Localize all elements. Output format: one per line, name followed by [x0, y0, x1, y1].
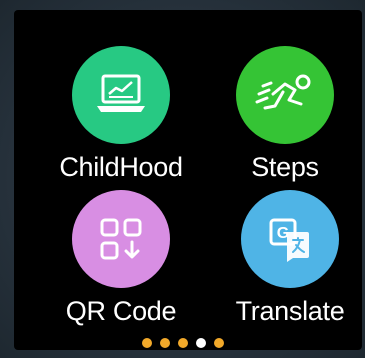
app-steps-label: Steps: [251, 152, 319, 182]
page-dot[interactable]: [159, 338, 170, 348]
page-dot[interactable]: [213, 338, 224, 348]
app-steps[interactable]: Steps: [200, 46, 365, 196]
app-qrcode-circle[interactable]: [72, 190, 170, 288]
app-childhood-label: ChildHood: [59, 152, 183, 182]
app-translate[interactable]: G Translate: [205, 190, 365, 340]
running-person-icon: [255, 74, 311, 110]
translate-icon: G: [269, 218, 309, 262]
page-dot[interactable]: [177, 338, 188, 348]
app-translate-label: Translate: [235, 296, 345, 326]
page-dot[interactable]: [141, 338, 152, 348]
app-qrcode-label: QR Code: [65, 296, 177, 326]
app-qrcode[interactable]: QR Code: [36, 190, 206, 340]
app-steps-circle[interactable]: [236, 46, 334, 144]
app-childhood-circle[interactable]: [72, 46, 170, 144]
page-indicator: [0, 338, 365, 348]
app-translate-circle[interactable]: G: [241, 190, 339, 288]
laptop-chart-icon: [97, 74, 145, 112]
qr-code-icon: [100, 218, 142, 260]
page-dot-active[interactable]: [195, 338, 206, 348]
app-childhood[interactable]: ChildHood: [36, 46, 206, 196]
